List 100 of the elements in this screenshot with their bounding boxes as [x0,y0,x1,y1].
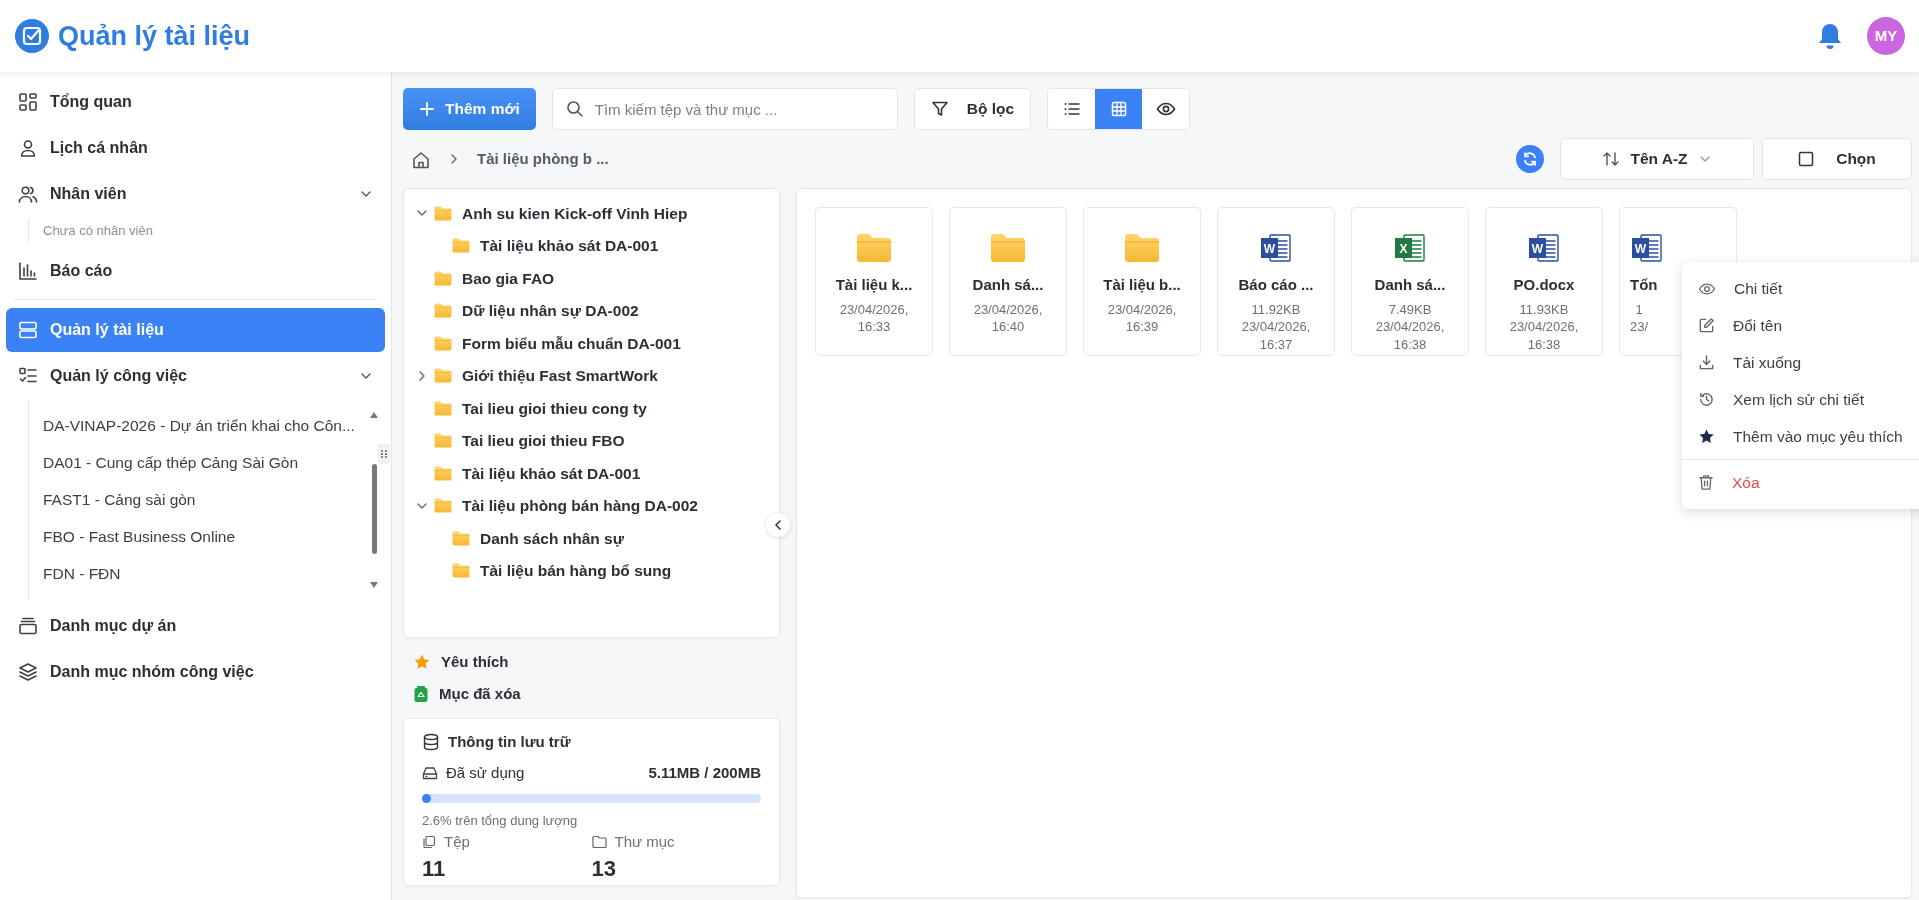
menu-item[interactable]: Xóa [1682,464,1919,501]
file-card[interactable]: W Báo cáo ... 11.92KB 23/04/2026, 16:37 [1217,207,1335,356]
checkbox-logo-icon [14,18,50,54]
file-card[interactable]: Tài liệu b... 23/04/2026, 16:39 [1083,207,1201,356]
project-item[interactable]: DA-VINAP-2026 - Dự án triển khai cho Côn... [43,407,365,445]
scroll-up-icon [370,411,378,418]
file-time: 16:40 [990,318,1026,336]
file-name: Danh sá... [1374,275,1446,295]
usage-percent: 2.6% trên tổng dung lượng [422,812,579,830]
folder-tree-item[interactable]: Tai lieu gioi thieu cong ty [404,392,779,425]
file-name: PO.docx [1513,275,1575,295]
file-size: 11.92KB [1250,300,1302,319]
sidebar-item[interactable]: Lịch cá nhân [6,126,385,170]
folder-tree-item[interactable]: Dữ liệu nhân sự DA-002 [404,294,779,327]
folder-icon [990,233,1026,263]
folder-icon [434,498,452,514]
folder-tree-item[interactable]: Bao gia FAO [404,262,779,295]
user-icon [18,138,38,158]
folder-tree-item[interactable]: Tài liệu khảo sát DA-001 [404,457,779,490]
sidebar-item[interactable]: Báo cáo [6,248,385,293]
folder-icon [434,270,452,286]
file-date: 23/04/2026, [1241,318,1311,336]
file-card[interactable]: Tài liệu k... 23/04/2026, 16:33 [815,207,933,356]
filter-button[interactable]: Bộ lọc [913,88,1032,130]
sidebar-item[interactable]: Quản lý tài liệu [6,307,385,352]
project-item[interactable]: FBO - Fast Business Online [43,518,365,556]
folder-tree-item[interactable]: Danh sách nhân sự [404,522,779,555]
project-item[interactable]: DA01 - Cung cấp thép Cảng Sài Gòn [43,444,365,482]
project-item[interactable]: FDN - FĐN [43,555,365,593]
sidebar-item[interactable]: Quản lý công việc [6,353,385,398]
folder-tree-item[interactable]: Tài liệu khảo sát DA-001 [404,229,779,262]
checkbox-icon [1798,151,1815,167]
sidebar-item[interactable]: Danh mục dự án [6,603,385,648]
archive-icon [18,615,38,636]
quick-link[interactable]: Mục đã xóa [403,678,780,710]
folder-icon [434,205,452,221]
eye-icon [1155,100,1176,118]
refresh-button[interactable] [1516,145,1544,173]
folder-icon [452,563,470,579]
folder-icon [434,335,452,351]
project-item[interactable]: FAST1 - Cảng sài gòn [43,481,365,519]
file-name: Báo cáo ... [1238,275,1314,295]
quick-link[interactable]: Yêu thích [403,646,780,678]
folder-tree-item[interactable]: Form biểu mẫu chuẩn DA-001 [404,327,779,360]
folder-tree-item[interactable]: Giới thiệu Fast SmartWork [404,359,779,392]
folders-count: 13 [591,857,617,882]
file-time: 16:38 [1392,335,1428,354]
plus-icon [419,101,435,117]
sort-dropdown[interactable]: Tên A-Z [1560,138,1754,180]
add-new-button[interactable]: Thêm mới [403,88,536,130]
file-time: 16:33 [856,318,892,336]
folder-icon [434,433,452,449]
refresh-icon [1522,151,1538,167]
view-toggle[interactable] [1095,89,1143,129]
folder-outline-icon [591,835,607,849]
file-name: Danh sá... [972,275,1044,295]
filter-icon [930,100,949,118]
file-card[interactable]: X Danh sá... 7.49KB 23/04/2026, 16:38 [1351,207,1469,356]
storage-title: Thông tin lưu trữ [448,732,571,752]
file-time: 16:39 [1124,318,1160,336]
files-label: Tệp [444,831,470,852]
grid-icon [1109,100,1128,118]
search-field[interactable]: Tìm kiếm tệp và thư mục ... [551,88,898,130]
database-icon [422,733,440,752]
file-size: 11.93KB [1518,300,1570,319]
folder-tree-item[interactable]: Tài liệu bán hàng bổ sung [404,554,779,587]
file-name: Tài liệu k... [835,275,913,295]
file-time: 16:38 [1526,335,1562,354]
sidebar-item[interactable]: Nhân viên [6,172,385,216]
sidebar-item[interactable]: Tổng quan [6,80,385,124]
folders-label: Thư mục [614,831,675,852]
star-icon [413,653,431,671]
files-icon [422,834,436,849]
file-date: 23/ [1630,318,1649,336]
select-button[interactable]: Chọn [1762,138,1912,180]
menu-item[interactable]: Thêm vào mục yêu thích [1682,418,1919,455]
collapse-panel-button[interactable] [766,513,790,537]
file-date: 23/04/2026, [1107,300,1177,319]
file-date: 23/04/2026, [1375,318,1445,336]
notification-button[interactable] [1817,22,1843,50]
folder-icon [434,368,452,384]
folder-tree-item[interactable]: Anh su kien Kick-off Vinh Hiep [404,197,779,230]
file-card[interactable]: W PO.docx 11.93KB 23/04/2026, 16:38 [1485,207,1603,356]
file-time: 16:37 [1258,335,1294,354]
file-size: 1 [1634,300,1644,319]
scroll-down-icon [370,581,378,588]
folder-icon [434,400,452,416]
folder-tree-item[interactable]: Tai lieu gioi thieu FBO [404,424,779,457]
folder-icon [856,233,892,263]
menu-item[interactable]: Xem lịch sử chi tiết [1682,381,1919,418]
file-card[interactable]: Danh sá... 23/04/2026, 16:40 [949,207,1067,356]
folder-tree-item[interactable]: Tài liệu phòng bán hàng DA-002 [404,489,779,522]
download-icon [1698,354,1715,371]
server-icon [18,319,38,340]
sidebar-item[interactable]: Danh mục nhóm công việc [6,649,385,694]
scrollbar-thumb[interactable] [372,463,377,554]
drive-icon [422,765,438,780]
bar-chart-icon [18,260,38,281]
sort-icon [1602,150,1621,168]
breadcrumb-link[interactable]: Tài liệu phòng b ... [477,147,609,171]
